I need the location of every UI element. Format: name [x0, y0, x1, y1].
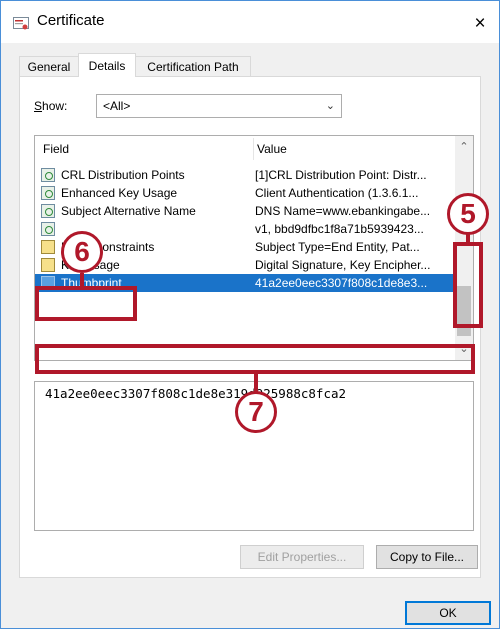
- list-row[interactable]: Subject Alternative Name DNS Name=www.eb…: [35, 202, 455, 220]
- close-button[interactable]: ×: [467, 11, 493, 37]
- annotation-connector-6: [80, 273, 84, 287]
- certificate-icon: [13, 17, 29, 30]
- row-value: Digital Signature, Key Encipher...: [255, 258, 431, 272]
- row-value: Subject Type=End Entity, Pat...: [255, 240, 420, 254]
- tab-label: Details: [88, 59, 126, 73]
- tab-details[interactable]: Details: [78, 53, 136, 77]
- cert-field-icon: [41, 186, 55, 200]
- column-divider[interactable]: [253, 138, 254, 160]
- row-field: Subject Alternative Name: [61, 204, 196, 218]
- row-value: Client Authentication (1.3.6.1...: [255, 186, 419, 200]
- tab-label: General: [27, 60, 71, 74]
- annotation-box-7: [35, 344, 475, 374]
- cert-field-icon: [41, 168, 55, 182]
- dialog-content: General Details Certification Path Show:…: [1, 43, 499, 628]
- column-header-field[interactable]: Field: [43, 142, 69, 156]
- row-value: v1, bbd9dfbc1f8a71b5939423...: [255, 222, 424, 236]
- scroll-up-button[interactable]: ⌃: [455, 138, 473, 156]
- cert-field-icon: [41, 204, 55, 218]
- tab-label: Certification Path: [147, 60, 239, 74]
- ok-button[interactable]: OK: [405, 601, 491, 625]
- annotation-marker-5: 5: [447, 193, 489, 235]
- certificate-window: Certificate × General Details Certificat…: [0, 0, 500, 629]
- annotation-box-5: [453, 242, 483, 328]
- chevron-up-icon: ⌃: [459, 141, 469, 153]
- chevron-down-icon: ⌄: [325, 100, 335, 112]
- tab-general[interactable]: General: [19, 56, 79, 76]
- column-header-value[interactable]: Value: [257, 142, 287, 156]
- warning-field-icon: [41, 258, 55, 272]
- edit-properties-button[interactable]: Edit Properties...: [240, 545, 364, 569]
- annotation-connector-7: [254, 374, 258, 392]
- show-select[interactable]: <All> ⌄: [96, 94, 342, 118]
- thumbprint-value-text[interactable]: 41a2ee0eec3307f808c1de8e319d925988c8fca2: [45, 386, 346, 401]
- show-label: Show:: [34, 99, 68, 113]
- copy-to-file-label: Copy to File...: [389, 550, 465, 564]
- copy-to-file-button[interactable]: Copy to File...: [376, 545, 478, 569]
- row-value: DNS Name=www.ebankingabe...: [255, 204, 431, 218]
- row-value: 41a2ee0eec3307f808c1de8e3...: [255, 276, 428, 290]
- edit-properties-label: Edit Properties...: [257, 550, 347, 564]
- close-icon: ×: [474, 13, 486, 34]
- annotation-marker-6: 6: [61, 231, 103, 273]
- window-title: Certificate: [37, 12, 105, 29]
- row-field: Enhanced Key Usage: [61, 186, 178, 200]
- list-row[interactable]: CRL Distribution Points [1]CRL Distribut…: [35, 166, 455, 184]
- row-value: [1]CRL Distribution Point: Distr...: [255, 168, 427, 182]
- row-field: CRL Distribution Points: [61, 168, 185, 182]
- tab-certification-path[interactable]: Certification Path: [135, 56, 251, 76]
- annotation-box-6: [35, 286, 137, 321]
- annotation-marker-7: 7: [235, 391, 277, 433]
- warning-field-icon: [41, 240, 55, 254]
- list-header: Field Value: [35, 136, 455, 162]
- title-bar: Certificate ×: [1, 1, 499, 43]
- list-row[interactable]: v1, bbd9dfbc1f8a71b5939423...: [35, 220, 455, 238]
- cert-field-icon: [41, 222, 55, 236]
- list-row[interactable]: Enhanced Key Usage Client Authentication…: [35, 184, 455, 202]
- ok-label: OK: [439, 606, 457, 620]
- details-panel: Show: <All> ⌄ Field Value CRL Distributi…: [19, 76, 481, 578]
- show-select-value: <All>: [103, 99, 131, 113]
